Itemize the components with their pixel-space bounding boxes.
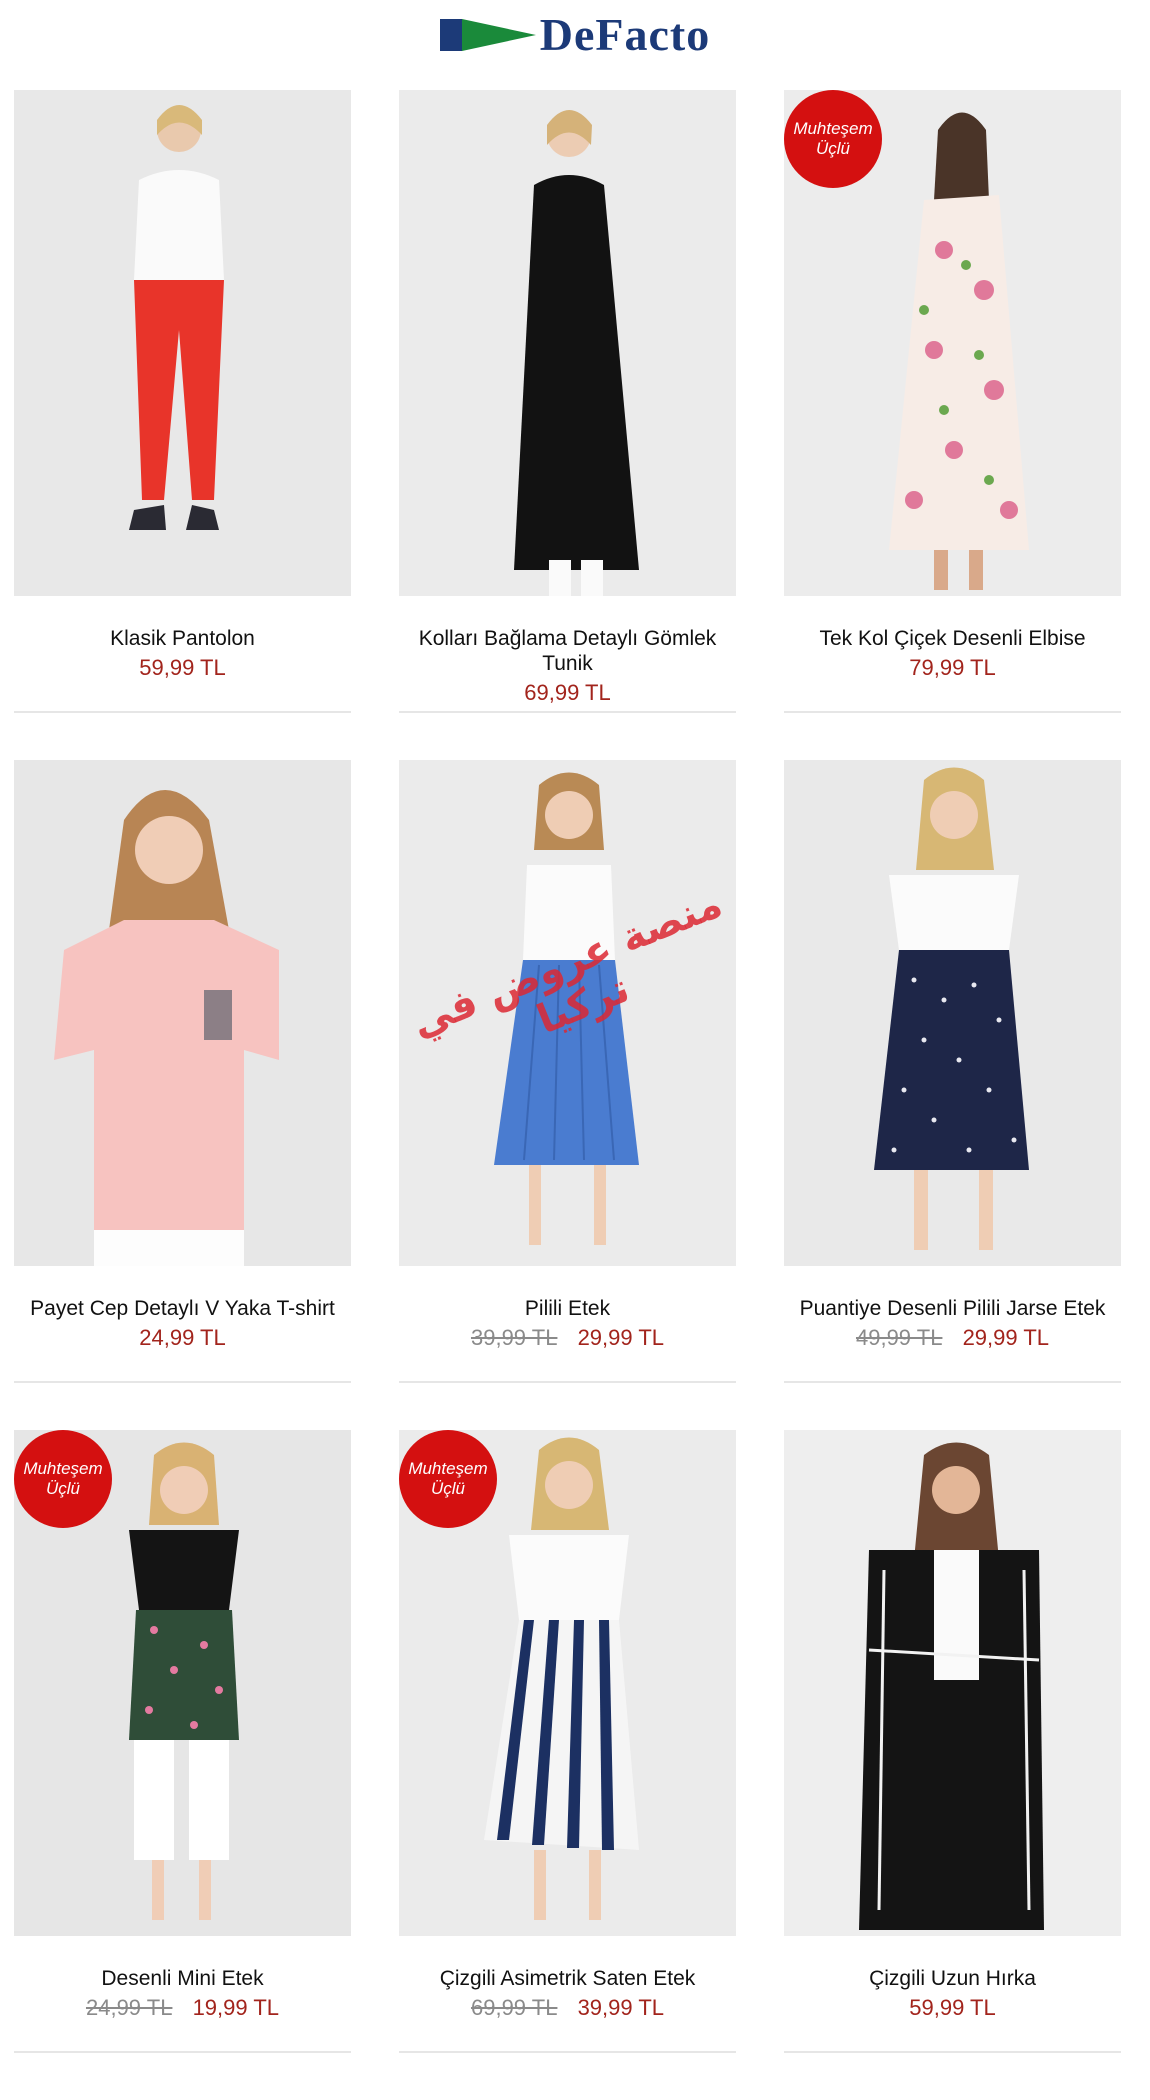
divider [14,711,351,713]
divider [399,2051,736,2053]
product-info: Pilili Etek 39,99 TL 29,99 TL [399,1296,736,1351]
product-prices: 24,99 TL [14,1325,351,1351]
product-grid: Klasik Pantolon 59,99 TL Kolları Bağlama… [14,90,1136,2100]
product-card[interactable]: Çizgili Uzun Hırka 59,99 TL [784,1430,1121,2100]
product-info: Çizgili Asimetrik Saten Etek 69,99 TL 39… [399,1966,736,2021]
product-name[interactable]: Desenli Mini Etek [14,1966,351,1991]
product-name[interactable]: Kolları Bağlama Detaylı Gömlek Tunik [399,626,736,676]
product-price: 39,99 TL [577,1995,665,2020]
logo-wordmark: DeFacto [539,9,711,60]
product-price: 29,99 TL [962,1325,1050,1350]
promo-badge: Muhteşem Üçlü [784,90,882,188]
product-card[interactable]: Pilili Etek 39,99 TL 29,99 TL [399,760,736,1430]
product-image[interactable] [399,90,736,596]
product-prices: 59,99 TL [14,655,351,681]
product-old-price: 49,99 TL [855,1325,943,1350]
divider [14,2051,351,2053]
product-name[interactable]: Pilili Etek [399,1296,736,1321]
product-card[interactable]: Muhteşem Üçlü Desenli Mini Etek 24,99 TL… [14,1430,351,2100]
product-card[interactable]: Muhteşem Üçlü Tek Kol Çiçek Desenli Elbi… [784,90,1121,760]
product-image[interactable] [14,760,351,1266]
product-prices: 69,99 TL 39,99 TL [399,1995,736,2021]
promo-badge: Muhteşem Üçlü [14,1430,112,1528]
product-price: 69,99 TL [524,680,611,705]
product-card[interactable]: Payet Cep Detaylı V Yaka T-shirt 24,99 T… [14,760,351,1430]
product-card[interactable]: Muhteşem Üçlü Çizgili Asimetrik Saten Et… [399,1430,736,2100]
product-name[interactable]: Puantiye Desenli Pilili Jarse Etek [784,1296,1121,1321]
product-info: Çizgili Uzun Hırka 59,99 TL [784,1966,1121,2021]
divider [399,711,736,713]
product-prices: 49,99 TL 29,99 TL [784,1325,1121,1351]
header: DeFacto [0,0,1150,70]
product-name[interactable]: Klasik Pantolon [14,626,351,651]
product-image[interactable] [399,760,736,1266]
product-prices: 24,99 TL 19,99 TL [14,1995,351,2021]
product-price: 24,99 TL [139,1325,226,1350]
product-card[interactable]: Klasik Pantolon 59,99 TL [14,90,351,760]
product-price: 79,99 TL [909,655,996,680]
product-image[interactable] [784,1430,1121,1936]
product-info: Puantiye Desenli Pilili Jarse Etek 49,99… [784,1296,1121,1351]
product-name[interactable]: Çizgili Asimetrik Saten Etek [399,1966,736,1991]
product-old-price: 24,99 TL [85,1995,173,2020]
product-price: 59,99 TL [909,1995,996,2020]
product-old-price: 39,99 TL [470,1325,558,1350]
product-info: Desenli Mini Etek 24,99 TL 19,99 TL [14,1966,351,2021]
product-image[interactable]: Muhteşem Üçlü [784,90,1121,596]
divider [784,711,1121,713]
divider [399,1381,736,1383]
logo-flag-icon [439,19,536,51]
product-card[interactable]: Kolları Bağlama Detaylı Gömlek Tunik 69,… [399,90,736,760]
promo-badge: Muhteşem Üçlü [399,1430,497,1528]
product-price: 59,99 TL [139,655,226,680]
divider [14,1381,351,1383]
divider [784,2051,1121,2053]
divider [784,1381,1121,1383]
product-name[interactable]: Payet Cep Detaylı V Yaka T-shirt [14,1296,351,1321]
product-card[interactable]: Puantiye Desenli Pilili Jarse Etek 49,99… [784,760,1121,1430]
product-old-price: 69,99 TL [470,1995,558,2020]
product-price: 19,99 TL [192,1995,280,2020]
product-name[interactable]: Tek Kol Çiçek Desenli Elbise [784,626,1121,651]
product-prices: 39,99 TL 29,99 TL [399,1325,736,1351]
product-image[interactable]: Muhteşem Üçlü [14,1430,351,1936]
product-prices: 79,99 TL [784,655,1121,681]
product-prices: 69,99 TL [399,680,736,706]
product-info: Tek Kol Çiçek Desenli Elbise 79,99 TL [784,626,1121,681]
brand-logo[interactable]: DeFacto [439,9,711,60]
product-info: Kolları Bağlama Detaylı Gömlek Tunik 69,… [399,626,736,706]
product-info: Payet Cep Detaylı V Yaka T-shirt 24,99 T… [14,1296,351,1351]
product-image[interactable]: Muhteşem Üçlü [399,1430,736,1936]
product-info: Klasik Pantolon 59,99 TL [14,626,351,681]
product-image[interactable] [784,760,1121,1266]
product-price: 29,99 TL [577,1325,665,1350]
product-name[interactable]: Çizgili Uzun Hırka [784,1966,1121,1991]
product-prices: 59,99 TL [784,1995,1121,2021]
product-image[interactable] [14,90,351,596]
